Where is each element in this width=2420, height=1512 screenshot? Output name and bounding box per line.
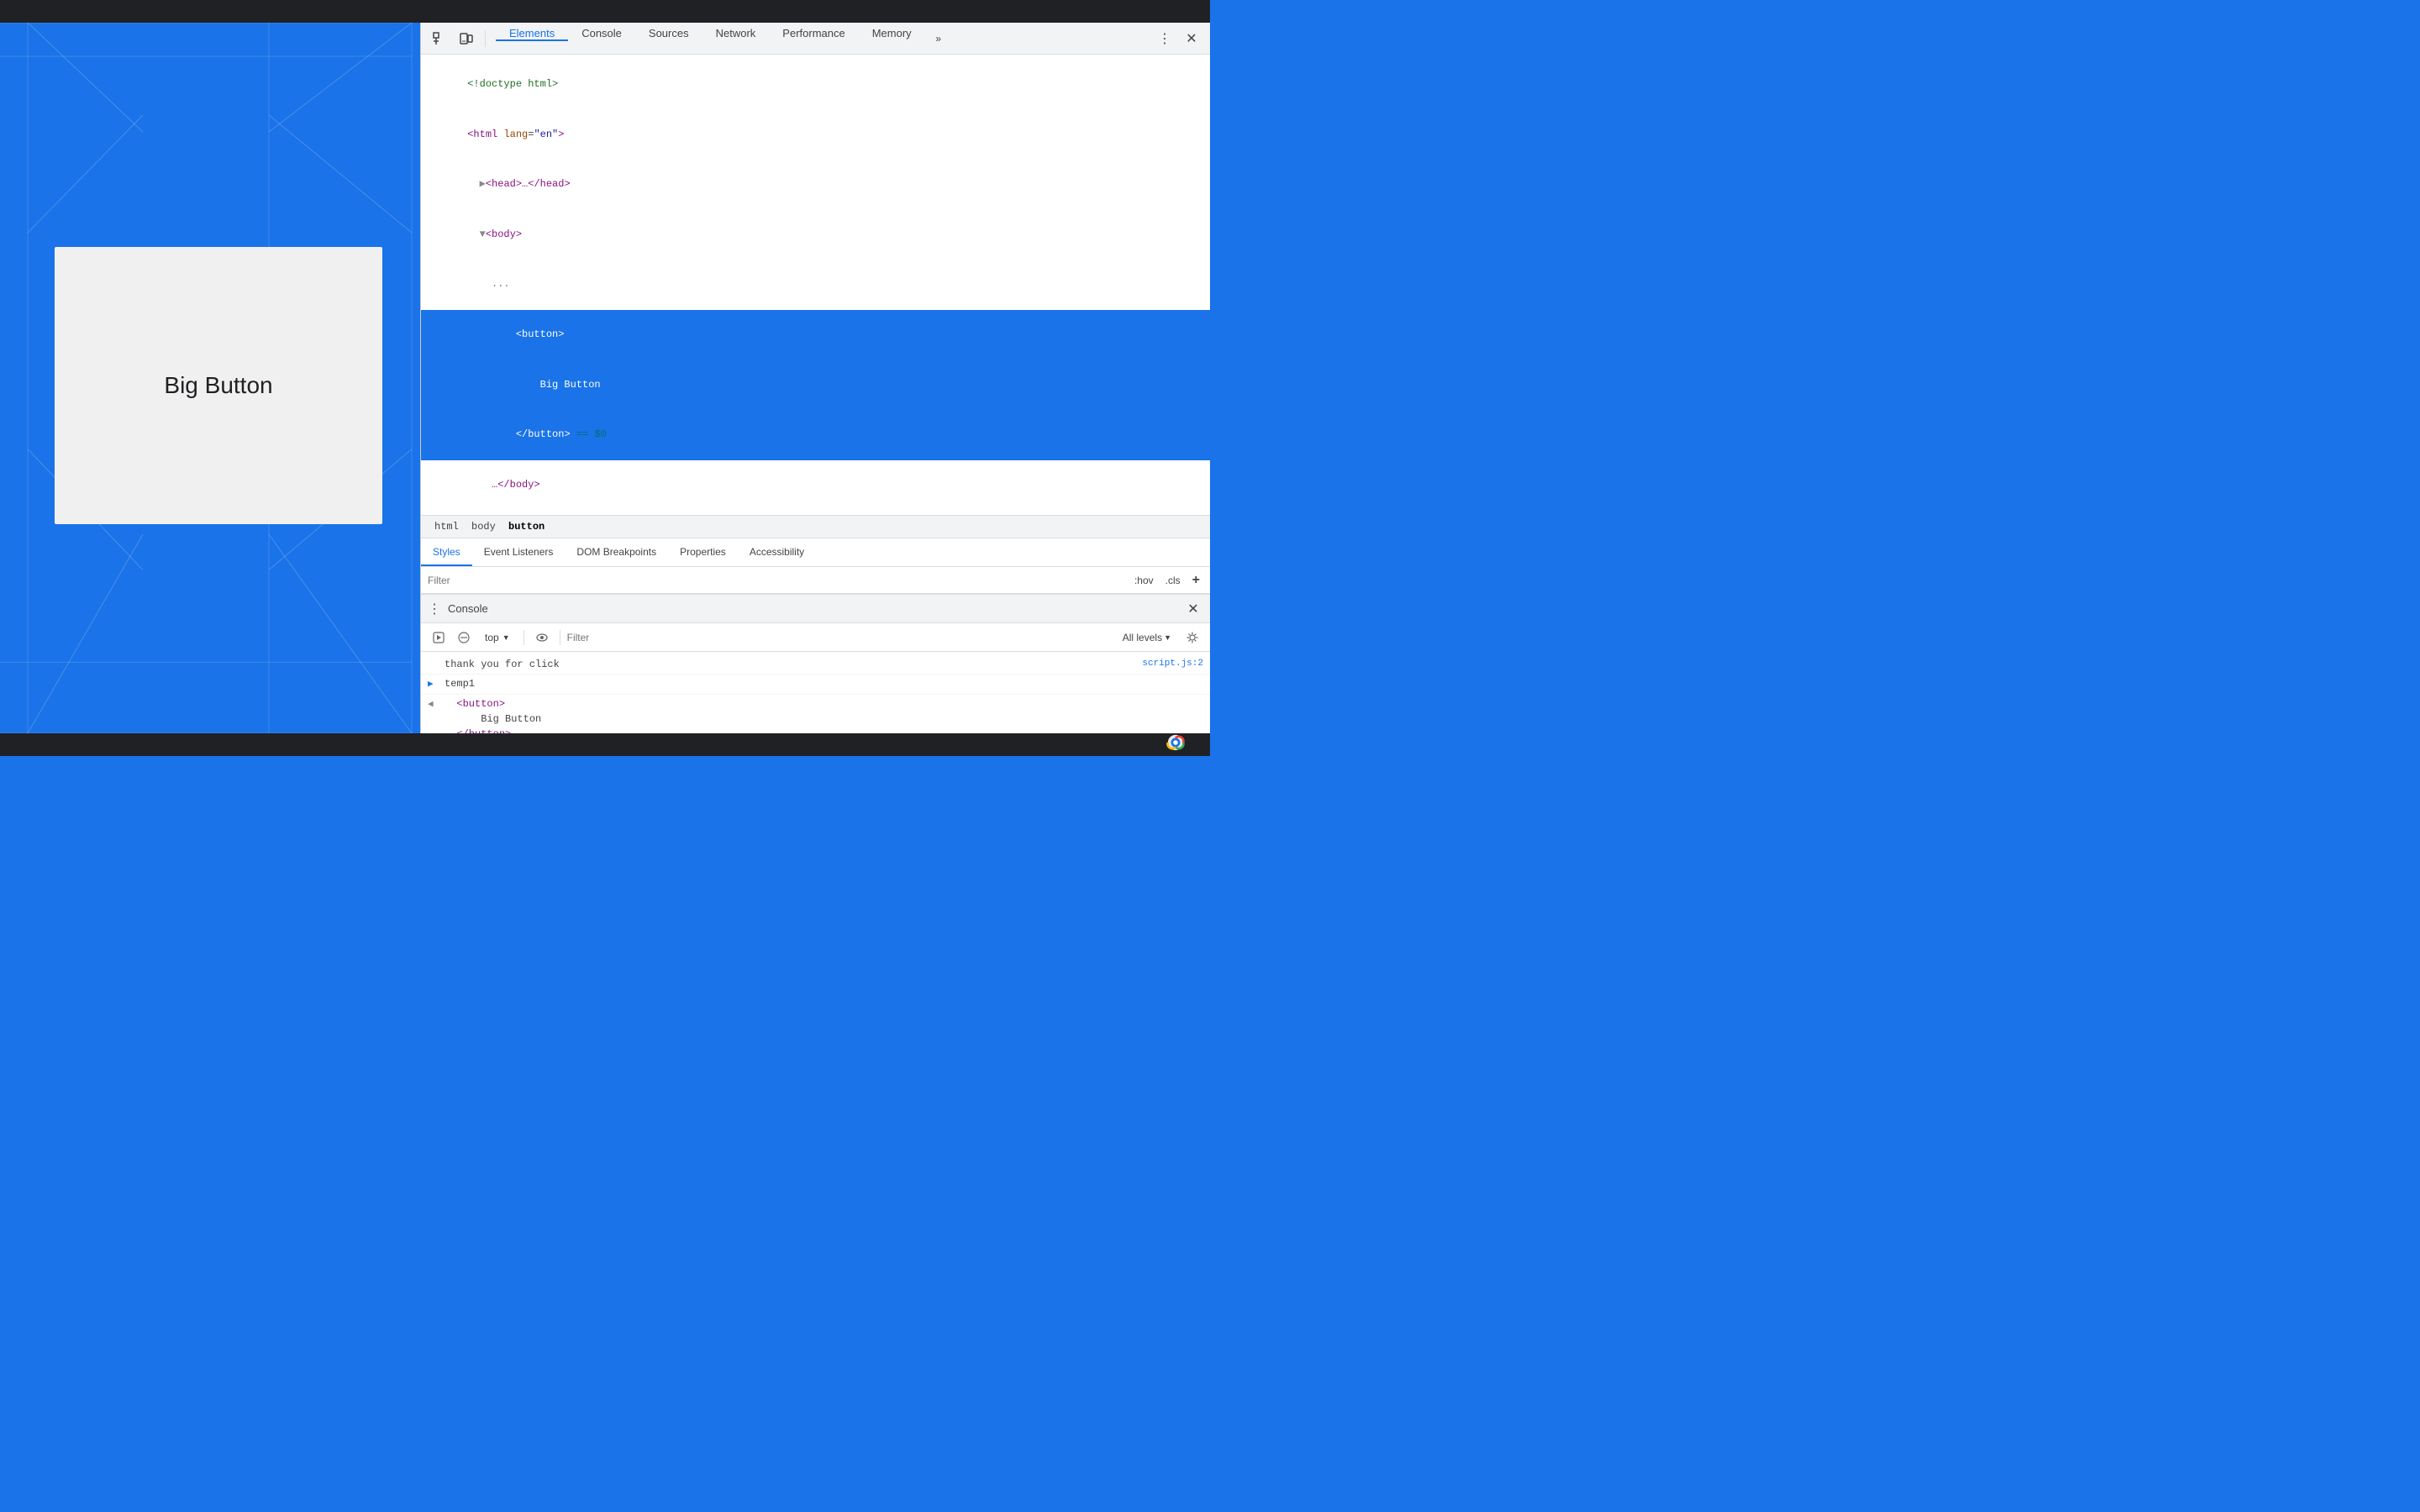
styles-filter-input[interactable] (428, 575, 1124, 586)
console-header: ⋮ Console ✕ (421, 595, 1210, 623)
demo-area: Big Button (25, 23, 412, 748)
inspect-button[interactable] (428, 27, 451, 50)
html-line-button-text[interactable]: Big Button (421, 360, 1210, 410)
styles-filter-bar: :hov .cls + (421, 567, 1210, 594)
html-line-button-close[interactable]: </button> == $0 (421, 410, 1210, 460)
html-line-doctype: <!doctype html> (421, 60, 1210, 110)
console-drag-handle[interactable]: ⋮ (428, 601, 441, 617)
result-arrow-icon: ◀ (428, 696, 441, 712)
html-line-body-close: …</body> (421, 460, 1210, 511)
console-settings-button[interactable] (1181, 627, 1203, 648)
devtools-panel: Elements Console Sources Network Perform… (420, 23, 1210, 748)
devtools-tabs: Elements Console Sources Network Perform… (496, 27, 1146, 50)
console-execute-button[interactable] (428, 627, 450, 648)
top-bar (0, 0, 1210, 23)
console-source-1[interactable]: script.js:2 (1142, 657, 1203, 671)
inspector-tab-styles[interactable]: Styles (421, 538, 472, 566)
expand-icon: ▶ (428, 676, 441, 692)
inspector-tab-event-listeners[interactable]: Event Listeners (472, 538, 566, 566)
tab-sources[interactable]: Sources (635, 27, 702, 41)
button-card: Big Button (55, 247, 382, 524)
console-close-button[interactable]: ✕ (1183, 599, 1203, 619)
console-clear-button[interactable] (453, 627, 475, 648)
html-line-button-open[interactable]: <button> (421, 310, 1210, 360)
breadcrumb-html[interactable]: html (431, 519, 462, 534)
tab-network[interactable]: Network (702, 27, 770, 41)
tab-memory[interactable]: Memory (859, 27, 925, 41)
tab-elements[interactable]: Elements (496, 27, 568, 41)
html-line-html: <html lang="en"> (421, 110, 1210, 160)
cls-button[interactable]: .cls (1162, 573, 1184, 588)
console-log-text-2: temp1 (445, 676, 1203, 691)
toolbar-icons (421, 27, 496, 50)
console-log-text-1: thank you for click (445, 657, 1135, 672)
big-button-label: Big Button (164, 372, 272, 399)
console-title: Console (448, 602, 488, 615)
html-line-body: ▼<body> (421, 210, 1210, 260)
bottom-bar (0, 733, 1210, 756)
devtools-menu-button[interactable]: ⋮ (1153, 27, 1176, 50)
console-log-line-2[interactable]: ▶ temp1 (421, 675, 1210, 695)
breadcrumb: html body button (421, 516, 1210, 538)
device-toggle-button[interactable] (455, 27, 478, 50)
styles-actions: :hov .cls + (1131, 571, 1203, 590)
console-log-line-1: thank you for click script.js:2 (421, 655, 1210, 675)
toolbar-separator (485, 30, 486, 47)
log-levels-selector[interactable]: All levels ▼ (1116, 630, 1178, 645)
console-drawer: ⋮ Console ✕ top ▼ (421, 594, 1210, 748)
devtools-close-button[interactable]: ✕ (1180, 27, 1203, 50)
result-open-tag: <button> (445, 696, 541, 711)
inspector-tab-properties[interactable]: Properties (668, 538, 738, 566)
devtools-toolbar: Elements Console Sources Network Perform… (421, 23, 1210, 55)
console-toolbar: top ▼ All levels ▼ (421, 623, 1210, 652)
breadcrumb-button[interactable]: button (505, 519, 548, 534)
tab-console[interactable]: Console (568, 27, 635, 41)
context-selector[interactable]: top ▼ (478, 630, 517, 645)
html-line-ellipsis: ... (421, 260, 1210, 310)
console-filter-input[interactable] (567, 632, 1113, 643)
hov-button[interactable]: :hov (1131, 573, 1157, 588)
console-filter-separator (523, 630, 524, 645)
elements-panel: <!doctype html> <html lang="en"> ▶<head>… (421, 55, 1210, 516)
breadcrumb-body[interactable]: body (468, 519, 499, 534)
more-tabs-button[interactable]: » (927, 27, 950, 50)
add-style-button[interactable]: + (1189, 571, 1203, 590)
inspector-tab-accessibility[interactable]: Accessibility (738, 538, 816, 566)
toolbar-right: ⋮ ✕ (1146, 27, 1210, 50)
inspector-tab-dom-breakpoints[interactable]: DOM Breakpoints (565, 538, 668, 566)
console-eye-button[interactable] (531, 627, 553, 648)
console-line-icon (428, 657, 441, 659)
html-line-head: ▶<head>…</head> (421, 160, 1210, 210)
tab-performance[interactable]: Performance (769, 27, 858, 41)
inspector-tabs: Styles Event Listeners DOM Breakpoints P… (421, 538, 1210, 567)
chrome-logo (1166, 733, 1185, 752)
result-text: Big Button (445, 711, 541, 727)
